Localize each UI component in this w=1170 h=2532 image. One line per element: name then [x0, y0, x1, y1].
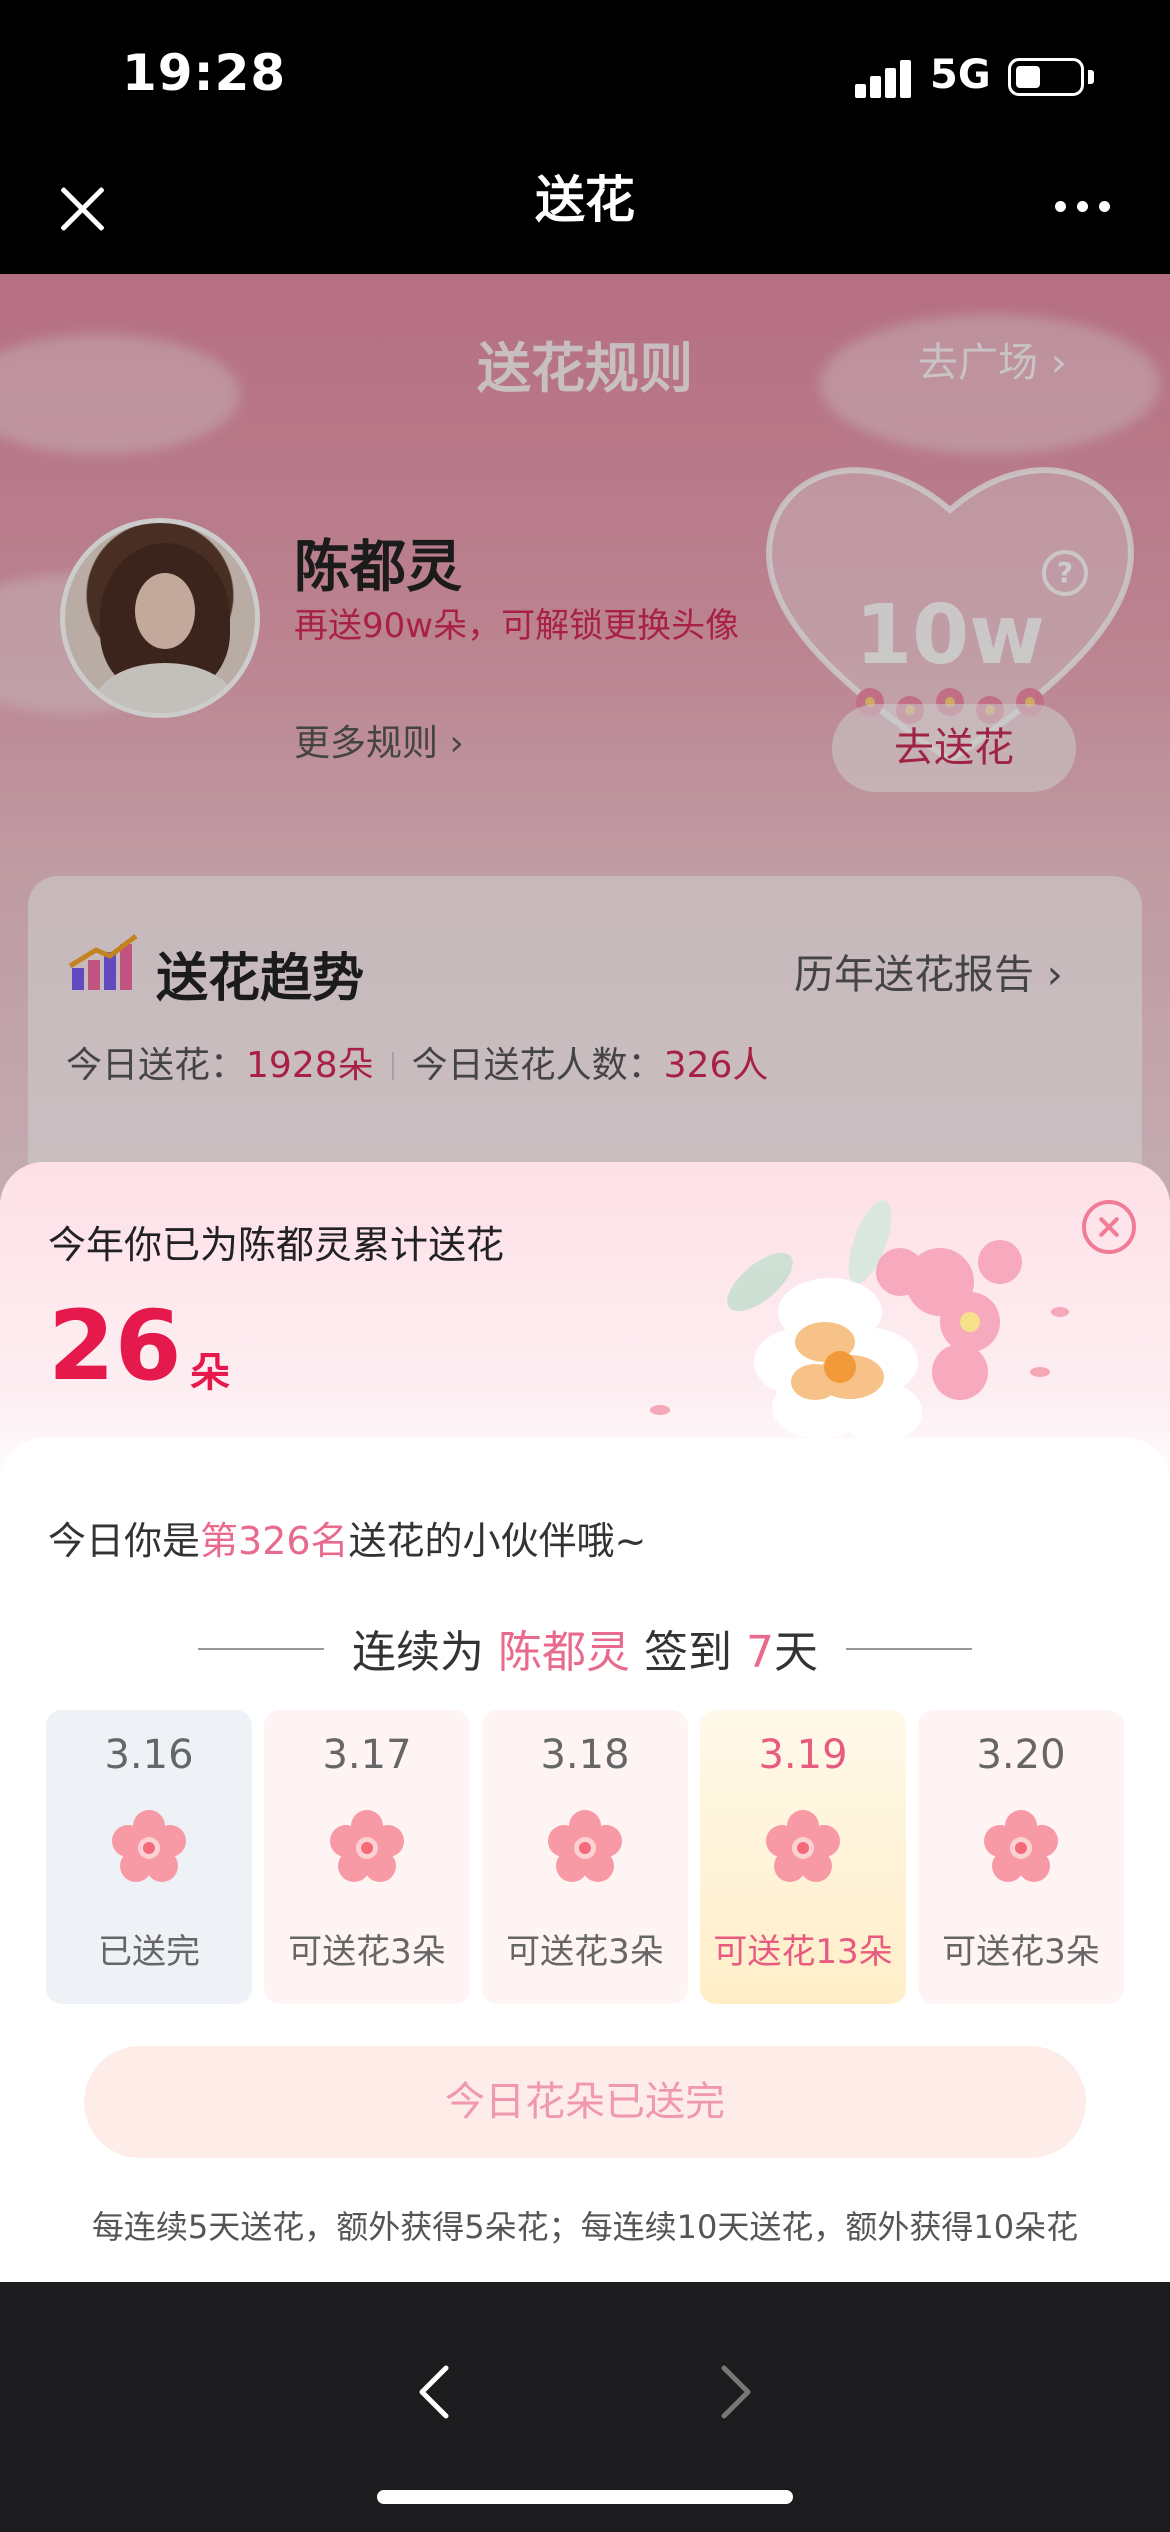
more-icon[interactable]	[1055, 190, 1115, 220]
close-sheet-icon[interactable]	[1082, 1200, 1136, 1254]
rank-line: 今日你是第326名送花的小伙伴哦~	[48, 1510, 646, 1565]
flower-icon	[548, 1810, 622, 1882]
flower-bouquet-icon	[650, 1200, 1069, 1442]
rank-prefix: 今日你是	[48, 1519, 201, 1563]
streak-mid: 签到	[644, 1627, 732, 1678]
day-status: 可送花3朵	[506, 1932, 664, 1972]
flower-icon	[330, 1810, 404, 1882]
status-time: 19:28	[122, 44, 287, 102]
flowers-sent-button[interactable]: 今日花朵已送完	[84, 2046, 1086, 2158]
streak-suffix: 天	[774, 1627, 818, 1678]
battery-tip	[1088, 70, 1094, 84]
page-title: 送花	[535, 171, 635, 229]
nav-bar: 送花	[0, 140, 1170, 274]
day-card-today[interactable]: 3.19 可送花13朵	[700, 1710, 906, 2004]
day-status: 已送完	[98, 1932, 200, 1972]
day-date: 3.19	[758, 1732, 848, 1778]
day-date: 3.18	[540, 1732, 630, 1778]
streak-days: 7	[746, 1627, 774, 1678]
flower-icon	[112, 1810, 186, 1882]
rank-suffix: 送花的小伙伴哦~	[348, 1519, 647, 1563]
rank-highlight: 第326名	[200, 1519, 349, 1563]
signal-icon	[855, 58, 915, 98]
day-card[interactable]: 3.18 可送花3朵	[482, 1710, 688, 2004]
flower-icon	[766, 1810, 840, 1882]
day-status: 可送花3朵	[288, 1932, 446, 1972]
streak-title: 连续为 陈都灵 签到 7天	[0, 1616, 1170, 1680]
day-date: 3.20	[976, 1732, 1066, 1778]
home-indicator[interactable]	[377, 2490, 793, 2504]
day-list: 3.16 已送完 3.17 可送花3朵 3.18 可送花3朵 3.19 可送花1…	[46, 1710, 1124, 2004]
flower-icon	[984, 1810, 1058, 1882]
browser-toolbar	[0, 2282, 1170, 2532]
day-status: 可送花3朵	[942, 1932, 1100, 1972]
back-arrow-icon[interactable]	[410, 2362, 460, 2422]
total-label: 今年你已为陈都灵累计送花	[48, 1223, 505, 1267]
total-unit: 朵	[190, 1350, 230, 1396]
battery-icon	[1008, 58, 1084, 96]
day-date: 3.16	[104, 1732, 194, 1778]
network-type: 5G	[930, 52, 991, 98]
day-card[interactable]: 3.20 可送花3朵	[918, 1710, 1124, 2004]
streak-name: 陈都灵	[498, 1627, 630, 1678]
day-date: 3.17	[322, 1732, 412, 1778]
streak-prefix: 连续为	[352, 1627, 484, 1678]
total-count: 26	[48, 1290, 182, 1402]
flower-sheet: 今年你已为陈都灵累计送花 26 朵 今日你是第326名送花的小伙伴哦~ 连续为 …	[0, 1162, 1170, 2282]
forward-arrow-icon[interactable]	[710, 2362, 760, 2422]
status-bar: 19:28 5G	[0, 0, 1170, 140]
day-card[interactable]: 3.16 已送完	[46, 1710, 252, 2004]
day-card[interactable]: 3.17 可送花3朵	[264, 1710, 470, 2004]
day-status: 可送花13朵	[713, 1932, 893, 1972]
bonus-tip: 每连续5天送花，额外获得5朵花；每连续10天送花，额外获得10朵花	[91, 2208, 1079, 2246]
